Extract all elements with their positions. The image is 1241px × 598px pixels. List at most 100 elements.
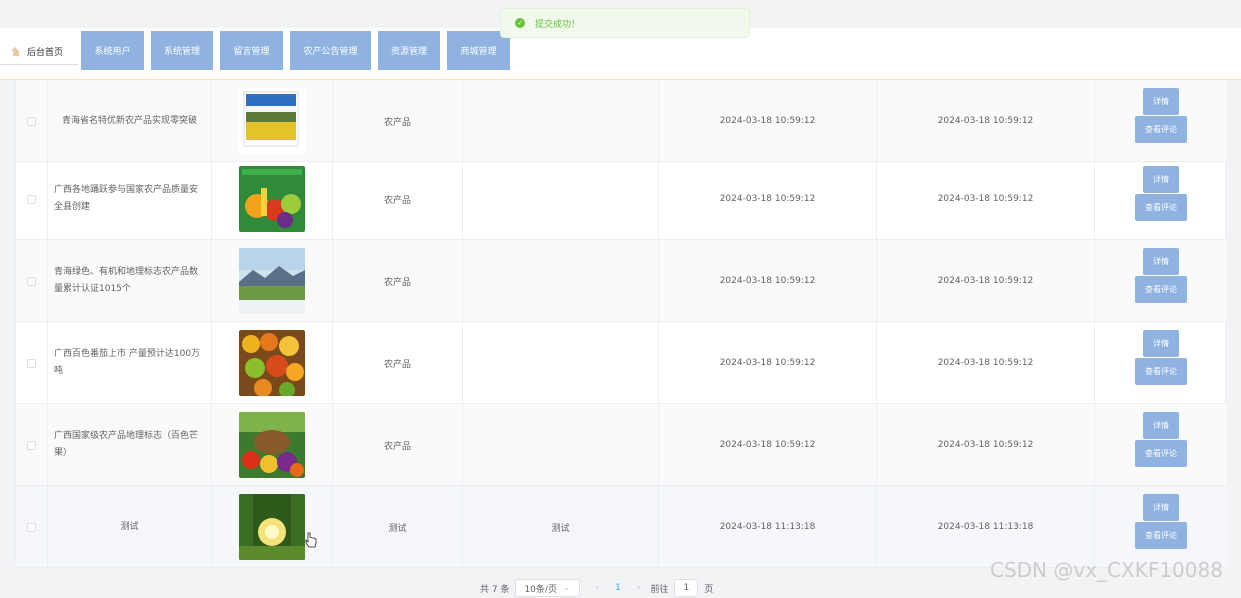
prev-page-icon[interactable]: ‹ [596, 583, 600, 593]
home-tab[interactable]: 后台首页 [0, 38, 78, 65]
image-cell [212, 240, 333, 322]
created-time-cell: 2024-03-18 10:59:12 [659, 80, 877, 162]
tab-announcement-management[interactable]: 农产公告管理 [290, 31, 371, 70]
thumbnail-image[interactable] [239, 88, 305, 154]
created-time-cell: 2024-03-18 11:13:18 [659, 486, 877, 568]
content-cell [463, 80, 659, 162]
category-cell: 测试 [333, 486, 463, 568]
page-size-select[interactable]: 10条/页 ⌄ [515, 579, 580, 597]
title-cell: 青海省名特优新农产品实现零突破 [48, 80, 212, 162]
home-icon [11, 46, 20, 56]
table-row: 广西各地踊跃参与国家农产品质量安全县创建 农产品 2024-03-18 10:5… [16, 158, 1227, 240]
title-cell: 青海绿色、有机和地理标志农产品数量累计认证1015个 [48, 240, 212, 322]
content-cell [463, 322, 659, 404]
success-toast: ✓ 提交成功！ [500, 8, 750, 38]
thumbnail-image[interactable] [239, 330, 305, 396]
tab-system-users[interactable]: 系统用户 [81, 31, 144, 70]
view-comments-button[interactable]: 查看评论 [1135, 194, 1187, 221]
row-checkbox[interactable] [27, 522, 36, 532]
image-cell [212, 80, 333, 162]
title-cell: 广西国家级农产品地理标志（百色芒果） [48, 404, 212, 486]
goto-label: 前往 [650, 584, 669, 595]
table-row: 广西国家级农产品地理标志（百色芒果） 农产品 2024-03-18 10:59:… [16, 404, 1227, 486]
thumbnail-image[interactable] [239, 248, 305, 314]
goto-page-input[interactable]: 1 [674, 579, 699, 597]
table-row: 青海绿色、有机和地理标志农产品数量累计认证1015个 农产品 2024-03-1… [16, 240, 1227, 322]
actions-cell: 详情 查看评论 [1095, 80, 1227, 162]
image-cell [212, 404, 333, 486]
view-comments-button[interactable]: 查看评论 [1135, 116, 1187, 143]
view-comments-button[interactable]: 查看评论 [1135, 358, 1187, 385]
data-table: 青海省名特优新农产品实现零突破 农产品 2024-03-18 10:59:12 … [15, 80, 1227, 568]
detail-button[interactable]: 详情 [1143, 166, 1179, 193]
updated-time-cell: 2024-03-18 10:59:12 [877, 240, 1095, 322]
detail-button[interactable]: 详情 [1143, 412, 1179, 439]
title-cell: 测试 [48, 486, 212, 568]
check-circle-icon: ✓ [515, 18, 525, 28]
row-checkbox[interactable] [27, 358, 36, 368]
actions-cell: 详情 查看评论 [1095, 240, 1227, 322]
hand-cursor-icon [305, 532, 317, 548]
detail-button[interactable]: 详情 [1143, 494, 1179, 521]
content-cell [463, 240, 659, 322]
table-row: 广西百色番茄上市 产量预计达100万吨 农产品 2024-03-18 10:59… [16, 322, 1227, 404]
image-cell [212, 158, 333, 240]
image-cell [212, 322, 333, 404]
row-checkbox[interactable] [27, 276, 36, 286]
checkbox-cell [16, 240, 48, 322]
category-cell: 农产品 [333, 404, 463, 486]
image-cell [212, 486, 333, 568]
next-page-icon[interactable]: › [637, 583, 641, 593]
row-checkbox[interactable] [27, 194, 36, 204]
actions-cell: 详情 查看评论 [1095, 158, 1227, 240]
content-cell: 测试 [463, 486, 659, 568]
row-checkbox[interactable] [27, 440, 36, 450]
page-suffix: 页 [704, 584, 714, 595]
detail-button[interactable]: 详情 [1143, 88, 1179, 115]
actions-cell: 详情 查看评论 [1095, 322, 1227, 404]
checkbox-cell [16, 322, 48, 404]
page-size-value: 10条/页 [524, 584, 557, 595]
pagination: 共 7 条 10条/页 ⌄ ‹ 1 › 前往 1 页 [480, 578, 713, 598]
tab-system-management[interactable]: 系统管理 [151, 31, 213, 70]
actions-cell: 详情 查看评论 [1095, 486, 1227, 568]
total-count: 共 7 条 [480, 584, 510, 595]
tab-message-management[interactable]: 留言管理 [220, 31, 283, 70]
updated-time-cell: 2024-03-18 10:59:12 [877, 158, 1095, 240]
row-checkbox[interactable] [27, 116, 36, 126]
actions-cell: 详情 查看评论 [1095, 404, 1227, 486]
checkbox-cell [16, 158, 48, 240]
content-cell [463, 404, 659, 486]
table-row: 测试 测试 测试 2024-03-18 11:13:18 2024-03-18 … [16, 486, 1227, 568]
thumbnail-image[interactable] [239, 412, 305, 478]
content-cell [463, 158, 659, 240]
updated-time-cell: 2024-03-18 10:59:12 [877, 80, 1095, 162]
category-cell: 农产品 [333, 80, 463, 162]
updated-time-cell: 2024-03-18 11:13:18 [877, 486, 1095, 568]
thumbnail-image[interactable] [239, 166, 305, 232]
view-comments-button[interactable]: 查看评论 [1135, 440, 1187, 467]
title-cell: 广西各地踊跃参与国家农产品质量安全县创建 [48, 158, 212, 240]
checkbox-cell [16, 404, 48, 486]
home-label: 后台首页 [27, 47, 64, 58]
watermark: CSDN @vx_CXKF10088 [990, 558, 1223, 582]
created-time-cell: 2024-03-18 10:59:12 [659, 322, 877, 404]
thumbnail-image[interactable] [239, 494, 305, 560]
updated-time-cell: 2024-03-18 10:59:12 [877, 322, 1095, 404]
view-comments-button[interactable]: 查看评论 [1135, 276, 1187, 303]
view-comments-button[interactable]: 查看评论 [1135, 522, 1187, 549]
current-page[interactable]: 1 [615, 583, 621, 593]
checkbox-cell [16, 80, 48, 162]
chevron-down-icon: ⌄ [562, 583, 571, 593]
checkbox-cell [16, 486, 48, 568]
detail-button[interactable]: 详情 [1143, 330, 1179, 357]
title-cell: 广西百色番茄上市 产量预计达100万吨 [48, 322, 212, 404]
created-time-cell: 2024-03-18 10:59:12 [659, 404, 877, 486]
created-time-cell: 2024-03-18 10:59:12 [659, 240, 877, 322]
category-cell: 农产品 [333, 158, 463, 240]
toast-message: 提交成功！ [535, 19, 581, 30]
detail-button[interactable]: 详情 [1143, 248, 1179, 275]
category-cell: 农产品 [333, 322, 463, 404]
tab-resource-management[interactable]: 资源管理 [378, 31, 440, 70]
table-row: 青海省名特优新农产品实现零突破 农产品 2024-03-18 10:59:12 … [16, 80, 1227, 162]
